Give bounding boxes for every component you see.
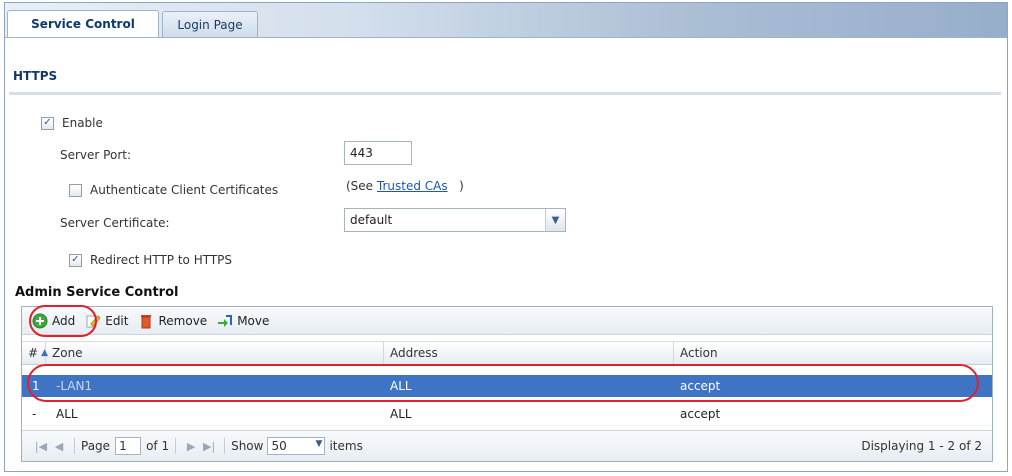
column-zone-label: Zone bbox=[52, 346, 83, 360]
move-button[interactable]: Move bbox=[217, 313, 269, 329]
add-button[interactable]: Add bbox=[32, 313, 75, 329]
row-zone-text: LAN1 bbox=[60, 379, 93, 393]
column-header-action[interactable]: Action bbox=[674, 342, 992, 364]
add-label: Add bbox=[52, 313, 76, 328]
page-number-value: 1 bbox=[119, 439, 127, 453]
row-zone: - LAN1 bbox=[50, 375, 384, 397]
column-address-label: Address bbox=[390, 346, 438, 360]
column-header-address[interactable]: Address bbox=[384, 342, 674, 364]
edit-button[interactable]: Edit bbox=[85, 313, 128, 329]
page-size-select[interactable]: 50 ▼ bbox=[267, 437, 326, 455]
column-action-label: Action bbox=[680, 346, 718, 360]
trusted-cas-link[interactable]: Trusted CAs bbox=[377, 179, 448, 193]
remove-button[interactable]: Remove bbox=[138, 313, 207, 329]
enable-row: ✓ Enable bbox=[41, 116, 103, 130]
page-number-input[interactable]: 1 bbox=[115, 437, 142, 455]
move-label: Move bbox=[237, 313, 270, 328]
prev-page-icon[interactable]: ◀ bbox=[50, 440, 68, 453]
admin-service-grid: Add Edit Remove Move # ▲ Zone Address Ac… bbox=[21, 306, 993, 462]
last-page-icon[interactable]: ▶| bbox=[200, 440, 218, 453]
server-certificate-label: Server Certificate: bbox=[60, 216, 170, 230]
row-action: accept bbox=[680, 379, 721, 393]
server-port-input[interactable]: 443 bbox=[344, 141, 412, 165]
column-header-zone[interactable]: Zone bbox=[46, 342, 384, 364]
page-label: Page bbox=[81, 439, 111, 453]
table-row[interactable]: - ALL ALL accept bbox=[22, 403, 992, 426]
table-row[interactable]: 1 - LAN1 ALL accept bbox=[22, 375, 992, 397]
column-header-num[interactable]: # ▲ bbox=[22, 342, 48, 364]
server-port-label: Server Port: bbox=[60, 148, 131, 162]
displaying-count: Displaying 1 - 2 of 2 bbox=[861, 439, 982, 453]
edit-icon bbox=[85, 313, 101, 329]
items-label: items bbox=[329, 439, 363, 453]
redirect-label: Redirect HTTP to HTTPS bbox=[90, 253, 233, 267]
first-page-icon[interactable]: |◀ bbox=[32, 440, 50, 453]
trusted-cas-note: (See Trusted CAs ) bbox=[346, 179, 464, 193]
enable-checkbox[interactable]: ✓ bbox=[41, 116, 54, 130]
remove-label: Remove bbox=[158, 313, 208, 328]
pager-separator bbox=[74, 438, 75, 454]
see-suffix: ) bbox=[459, 179, 464, 193]
grid-toolbar: Add Edit Remove Move bbox=[22, 307, 992, 335]
chevron-down-icon[interactable]: ▼ bbox=[545, 209, 565, 231]
row-action: accept bbox=[680, 407, 721, 421]
row-address: ALL bbox=[390, 379, 412, 393]
row-num: 1 bbox=[32, 379, 40, 393]
grid-pager: |◀ ◀ Page 1 of 1 ▶ ▶| Show 50 ▼ items Di… bbox=[22, 430, 992, 461]
https-section-divider bbox=[9, 92, 1001, 95]
show-label: Show bbox=[231, 439, 264, 453]
trash-icon bbox=[138, 313, 154, 329]
column-num-label: # bbox=[28, 346, 39, 360]
redirect-checkbox[interactable]: ✓ bbox=[69, 253, 82, 267]
edit-label: Edit bbox=[105, 313, 129, 328]
move-icon bbox=[217, 313, 233, 329]
next-page-icon[interactable]: ▶ bbox=[182, 440, 200, 453]
server-certificate-label-text: Server Certificate: bbox=[60, 216, 170, 230]
tab-service-control[interactable]: Service Control bbox=[7, 10, 159, 37]
chevron-down-icon[interactable]: ▼ bbox=[316, 439, 323, 449]
https-section-title: HTTPS bbox=[13, 69, 58, 83]
service-control-panel: Service Control Login Page HTTPS ✓ Enabl… bbox=[4, 2, 1008, 472]
server-certificate-value: default bbox=[350, 213, 393, 227]
redirect-row: ✓ Redirect HTTP to HTTPS bbox=[69, 253, 232, 267]
server-port-value: 443 bbox=[350, 146, 373, 160]
authenticate-client-label: Authenticate Client Certificates bbox=[90, 183, 279, 197]
row-zone: ALL bbox=[56, 407, 78, 421]
server-certificate-select[interactable]: default ▼ bbox=[344, 208, 566, 232]
page-count-label: of 1 bbox=[146, 439, 170, 453]
server-port-label-text: Server Port: bbox=[60, 148, 131, 162]
row-address: ALL bbox=[390, 407, 412, 421]
grid-header: # ▲ Zone Address Action bbox=[22, 341, 992, 365]
see-prefix: (See bbox=[346, 179, 374, 193]
tab-bar: Service Control Login Page bbox=[5, 3, 1007, 38]
pager-separator bbox=[175, 438, 177, 454]
enable-label: Enable bbox=[62, 116, 103, 130]
authenticate-client-checkbox[interactable] bbox=[69, 183, 82, 197]
add-icon bbox=[32, 313, 48, 329]
tab-login-page[interactable]: Login Page bbox=[162, 11, 258, 37]
pager-separator bbox=[224, 438, 226, 454]
row-num: - bbox=[32, 407, 37, 421]
admin-service-control-title: Admin Service Control bbox=[15, 285, 179, 300]
authenticate-client-row: Authenticate Client Certificates bbox=[69, 183, 278, 197]
page-size-value: 50 bbox=[271, 439, 287, 453]
